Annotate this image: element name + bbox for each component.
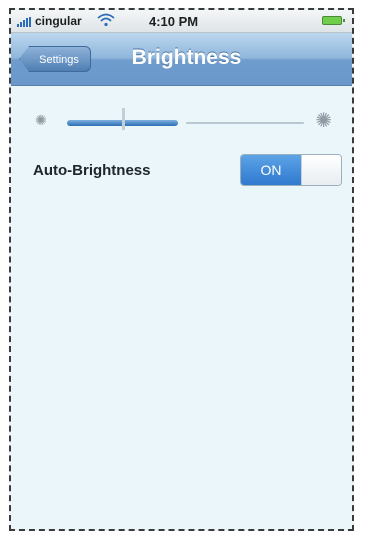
- sun-small-icon: ✺: [35, 112, 47, 128]
- page-title: Brightness: [131, 46, 242, 69]
- brightness-slider-track: [186, 122, 304, 124]
- status-time: 4:10 PM: [149, 14, 199, 29]
- signal-icon: [17, 17, 33, 27]
- auto-brightness-label: Auto-Brightness: [33, 162, 151, 179]
- navigation-bar: Settings Brightness: [11, 33, 352, 86]
- carrier-name: cingular: [35, 14, 82, 28]
- brightness-slider-thumb[interactable]: [121, 108, 125, 130]
- phone-screen: cingular 4:10 PM Settings Brightness ✺ ✺…: [9, 8, 354, 531]
- brightness-slider-row: ✺ ✺: [11, 102, 352, 142]
- brightness-slider[interactable]: [67, 108, 304, 130]
- toggle-on-label: ON: [241, 155, 301, 185]
- auto-brightness-toggle[interactable]: ON: [240, 154, 342, 186]
- status-bar: cingular 4:10 PM: [11, 10, 352, 33]
- toggle-knob[interactable]: [301, 155, 341, 185]
- auto-brightness-row: Auto-Brightness ON: [11, 150, 352, 192]
- wifi-icon: [97, 13, 115, 27]
- battery-icon: [322, 16, 345, 25]
- sun-large-icon: ✺: [315, 110, 332, 132]
